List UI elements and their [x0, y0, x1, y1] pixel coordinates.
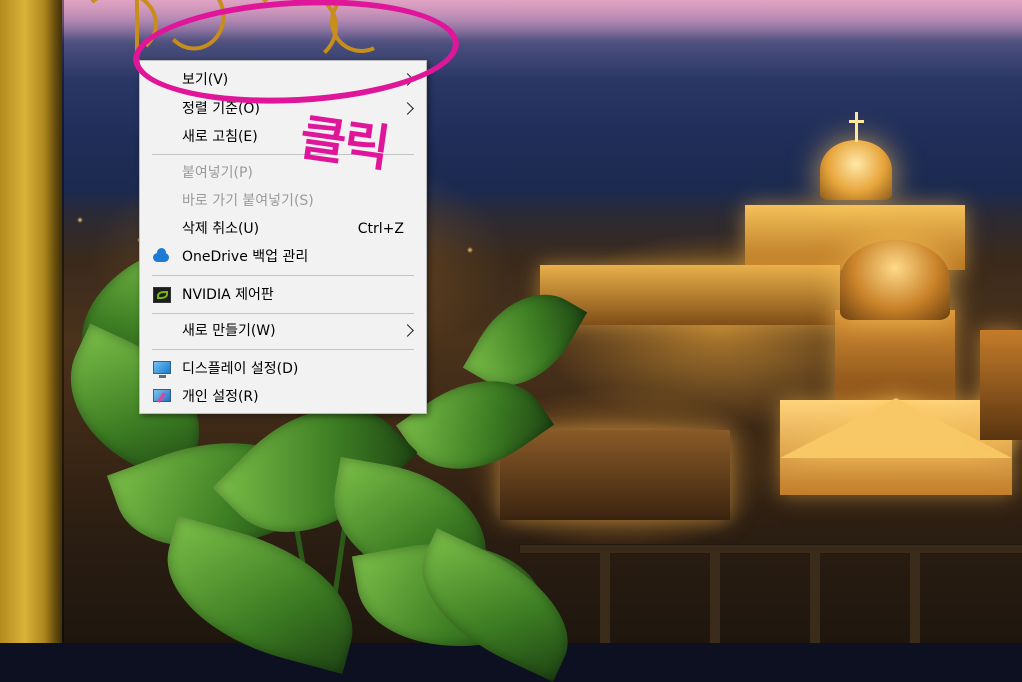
menu-separator — [152, 275, 414, 276]
dome-cross — [855, 112, 858, 142]
dome-cross-bar — [849, 120, 864, 123]
menu-item-label: 디스플레이 설정(D) — [182, 361, 299, 377]
railing-post — [910, 553, 920, 643]
railing-post — [810, 553, 820, 643]
menu-item-undo-delete[interactable]: 삭제 취소(U) Ctrl+Z — [140, 215, 426, 243]
menu-item-label: 새로 만들기(W) — [182, 323, 276, 339]
menu-item-label: OneDrive 백업 관리 — [182, 249, 309, 265]
menu-item-display-settings[interactable]: 디스플레이 설정(D) — [140, 355, 426, 383]
keyboard-shortcut: Ctrl+Z — [357, 221, 404, 237]
menu-separator — [152, 313, 414, 314]
church-pediment — [780, 398, 1012, 458]
foreground-building — [500, 430, 730, 520]
plant-leaf — [149, 515, 371, 675]
menu-item-label: NVIDIA 제어판 — [182, 287, 274, 303]
st-peters-dome — [820, 140, 892, 200]
chevron-right-icon — [401, 102, 414, 115]
menu-item-label: 바로 가기 붙여넣기(S) — [182, 193, 314, 209]
menu-item-paste-shortcut: 바로 가기 붙여넣기(S) — [140, 187, 426, 215]
menu-item-label: 개인 설정(R) — [182, 389, 259, 405]
railing-post — [710, 553, 720, 643]
balcony-railing — [520, 545, 1022, 553]
menu-separator — [152, 349, 414, 350]
menu-item-nvidia-control-panel[interactable]: NVIDIA 제어판 — [140, 281, 426, 309]
display-settings-icon — [153, 361, 171, 378]
railing-post — [600, 553, 610, 643]
onedrive-cloud-icon — [153, 248, 169, 262]
menu-item-label: 붙여넣기(P) — [182, 165, 253, 181]
menu-item-new[interactable]: 새로 만들기(W) — [140, 317, 426, 345]
chevron-right-icon — [401, 324, 414, 337]
curtain-shadow — [44, 0, 64, 643]
desktop-context-menu: 보기(V) 정렬 기준(O) 새로 고침(E) 붙여넣기(P) 바로 가기 붙여… — [139, 60, 427, 414]
menu-item-label: 삭제 취소(U) — [182, 221, 260, 237]
annotation-click-text: 클릭 — [296, 108, 392, 178]
menu-item-personalize[interactable]: 개인 설정(R) — [140, 383, 426, 411]
personalize-icon — [153, 389, 171, 402]
nvidia-icon — [153, 287, 171, 303]
right-tower — [980, 330, 1022, 440]
menu-item-onedrive-backup[interactable]: OneDrive 백업 관리 — [140, 243, 426, 271]
menu-item-label: 새로 고침(E) — [182, 129, 258, 145]
church-building — [835, 310, 955, 410]
church-dome — [840, 240, 950, 320]
